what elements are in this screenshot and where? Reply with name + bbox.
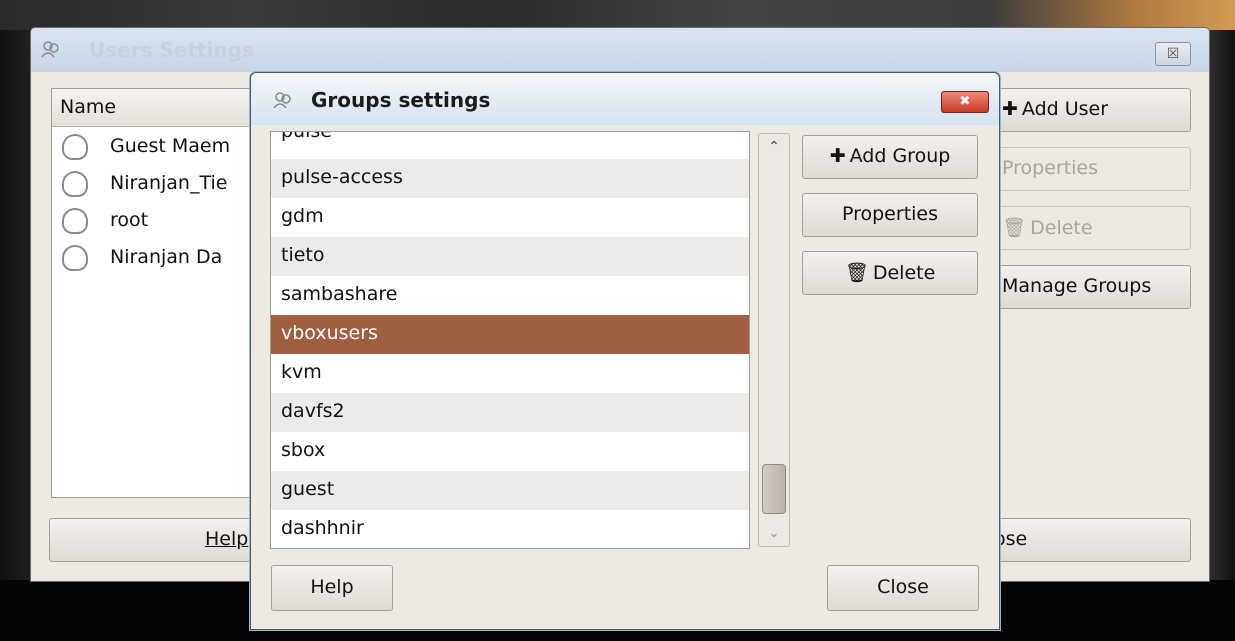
- manage-groups-button[interactable]: Manage Groups: [991, 265, 1191, 309]
- trash-icon: 🗑: [1002, 217, 1027, 239]
- user-properties-button[interactable]: Properties: [991, 147, 1191, 191]
- groups-titlebar[interactable]: Groups settings ✖: [251, 73, 999, 125]
- list-item[interactable]: root: [52, 203, 250, 240]
- list-item-selected[interactable]: vboxusers: [271, 315, 749, 354]
- users-list-header[interactable]: Name: [52, 89, 250, 127]
- users-icon: [41, 40, 63, 60]
- list-item[interactable]: sambashare: [271, 276, 749, 315]
- add-user-button[interactable]: ✚ Add User: [991, 88, 1191, 132]
- list-item[interactable]: gdm: [271, 198, 749, 237]
- person-icon: [62, 134, 88, 160]
- list-item[interactable]: Guest Maem: [52, 129, 250, 166]
- users-titlebar[interactable]: Users Settings ☒: [31, 28, 1209, 72]
- list-item[interactable]: guest: [271, 471, 749, 510]
- list-item[interactable]: Niranjan_Tie: [52, 166, 250, 203]
- plus-icon: ✚: [829, 145, 846, 167]
- list-item[interactable]: kvm: [271, 354, 749, 393]
- chevron-down-icon[interactable]: ⌄: [759, 520, 789, 546]
- desktop-background: [0, 0, 1235, 30]
- list-item[interactable]: pulse: [271, 132, 749, 159]
- person-icon: [62, 245, 88, 271]
- users-icon: [273, 91, 295, 111]
- users-list[interactable]: Name Guest Maem Niranjan_Tie root Niranj…: [51, 88, 251, 498]
- list-item[interactable]: tieto: [271, 237, 749, 276]
- help-button[interactable]: Help: [271, 565, 393, 611]
- users-close-button[interactable]: ose: [993, 518, 1191, 562]
- close-icon[interactable]: ✖: [941, 91, 989, 113]
- groups-scrollbar[interactable]: ⌃ ⌄: [758, 133, 790, 547]
- chevron-up-icon[interactable]: ⌃: [759, 134, 789, 160]
- delete-user-button[interactable]: 🗑 Delete: [991, 206, 1191, 250]
- delete-group-button[interactable]: 🗑 Delete: [802, 251, 978, 295]
- users-help-button[interactable]: Help: [49, 518, 259, 562]
- groups-dialog-title: Groups settings: [311, 88, 491, 112]
- groups-settings-dialog: Groups settings ✖ pulse pulse-access gdm…: [250, 72, 1000, 630]
- group-properties-button[interactable]: Properties: [802, 193, 978, 237]
- list-item[interactable]: sbox: [271, 432, 749, 471]
- list-item[interactable]: Niranjan Da: [52, 240, 250, 277]
- scrollbar-thumb[interactable]: [762, 464, 786, 514]
- groups-list[interactable]: pulse pulse-access gdm tieto sambashare …: [270, 131, 750, 549]
- list-item[interactable]: pulse-access: [271, 159, 749, 198]
- person-icon: [62, 171, 88, 197]
- users-close-icon[interactable]: ☒: [1155, 42, 1191, 66]
- add-group-button[interactable]: ✚ Add Group: [802, 135, 978, 179]
- trash-icon: 🗑: [844, 262, 869, 284]
- list-item[interactable]: davfs2: [271, 393, 749, 432]
- list-item[interactable]: dashhnir: [271, 510, 749, 548]
- plus-icon: ✚: [1002, 98, 1018, 120]
- close-button[interactable]: Close: [827, 565, 979, 611]
- users-window-title: Users Settings: [89, 38, 254, 62]
- person-icon: [62, 208, 88, 234]
